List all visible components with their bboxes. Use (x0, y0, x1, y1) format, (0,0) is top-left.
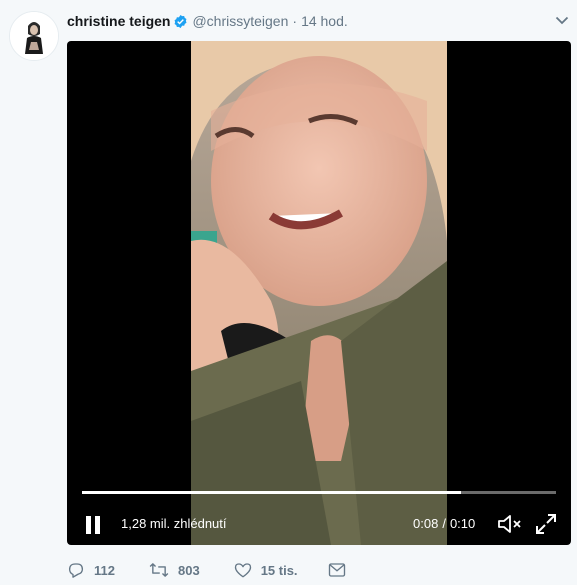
display-name[interactable]: christine teigen (67, 13, 170, 29)
mute-icon[interactable] (497, 512, 523, 536)
chevron-down-icon[interactable] (555, 13, 569, 27)
video-frame (191, 41, 447, 545)
time-separator: / (442, 516, 446, 531)
retweet-icon (149, 563, 169, 577)
pause-icon[interactable] (84, 515, 102, 535)
timestamp[interactable]: 14 hod. (301, 13, 348, 29)
retweet-button[interactable]: 803 (149, 561, 200, 579)
envelope-icon (328, 563, 345, 577)
reply-button[interactable]: 112 (67, 561, 115, 579)
duration: 0:10 (449, 516, 476, 531)
direct-message-button[interactable] (328, 562, 346, 578)
retweet-count: 803 (177, 562, 200, 578)
avatar[interactable] (9, 11, 59, 61)
verified-badge-icon (173, 14, 188, 29)
tweet-header: christine teigen @chrissyteigen · 14 hod… (67, 10, 569, 32)
fullscreen-icon[interactable] (535, 513, 557, 535)
avatar-photo (10, 12, 58, 60)
current-time: 0:08 (413, 516, 439, 531)
reply-count: 112 (94, 562, 115, 578)
progress-bar[interactable] (82, 491, 556, 494)
tweet-actions: 112 803 15 tis. (67, 558, 346, 582)
progress-fill (82, 491, 462, 494)
user-handle[interactable]: @chrissyteigen (192, 13, 288, 29)
like-count: 15 tis. (260, 562, 298, 578)
video-player[interactable]: 1,28 mil. zhlédnutí 0:08 / 0:10 (67, 41, 571, 545)
separator-dot: · (292, 13, 298, 29)
tweet-card: christine teigen @chrissyteigen · 14 hod… (0, 0, 577, 585)
view-count: 1,28 mil. zhlédnutí (121, 516, 227, 531)
heart-icon (234, 563, 251, 578)
timecode: 0:08 / 0:10 (413, 516, 475, 531)
reply-icon (68, 563, 84, 578)
like-button[interactable]: 15 tis. (234, 561, 298, 579)
